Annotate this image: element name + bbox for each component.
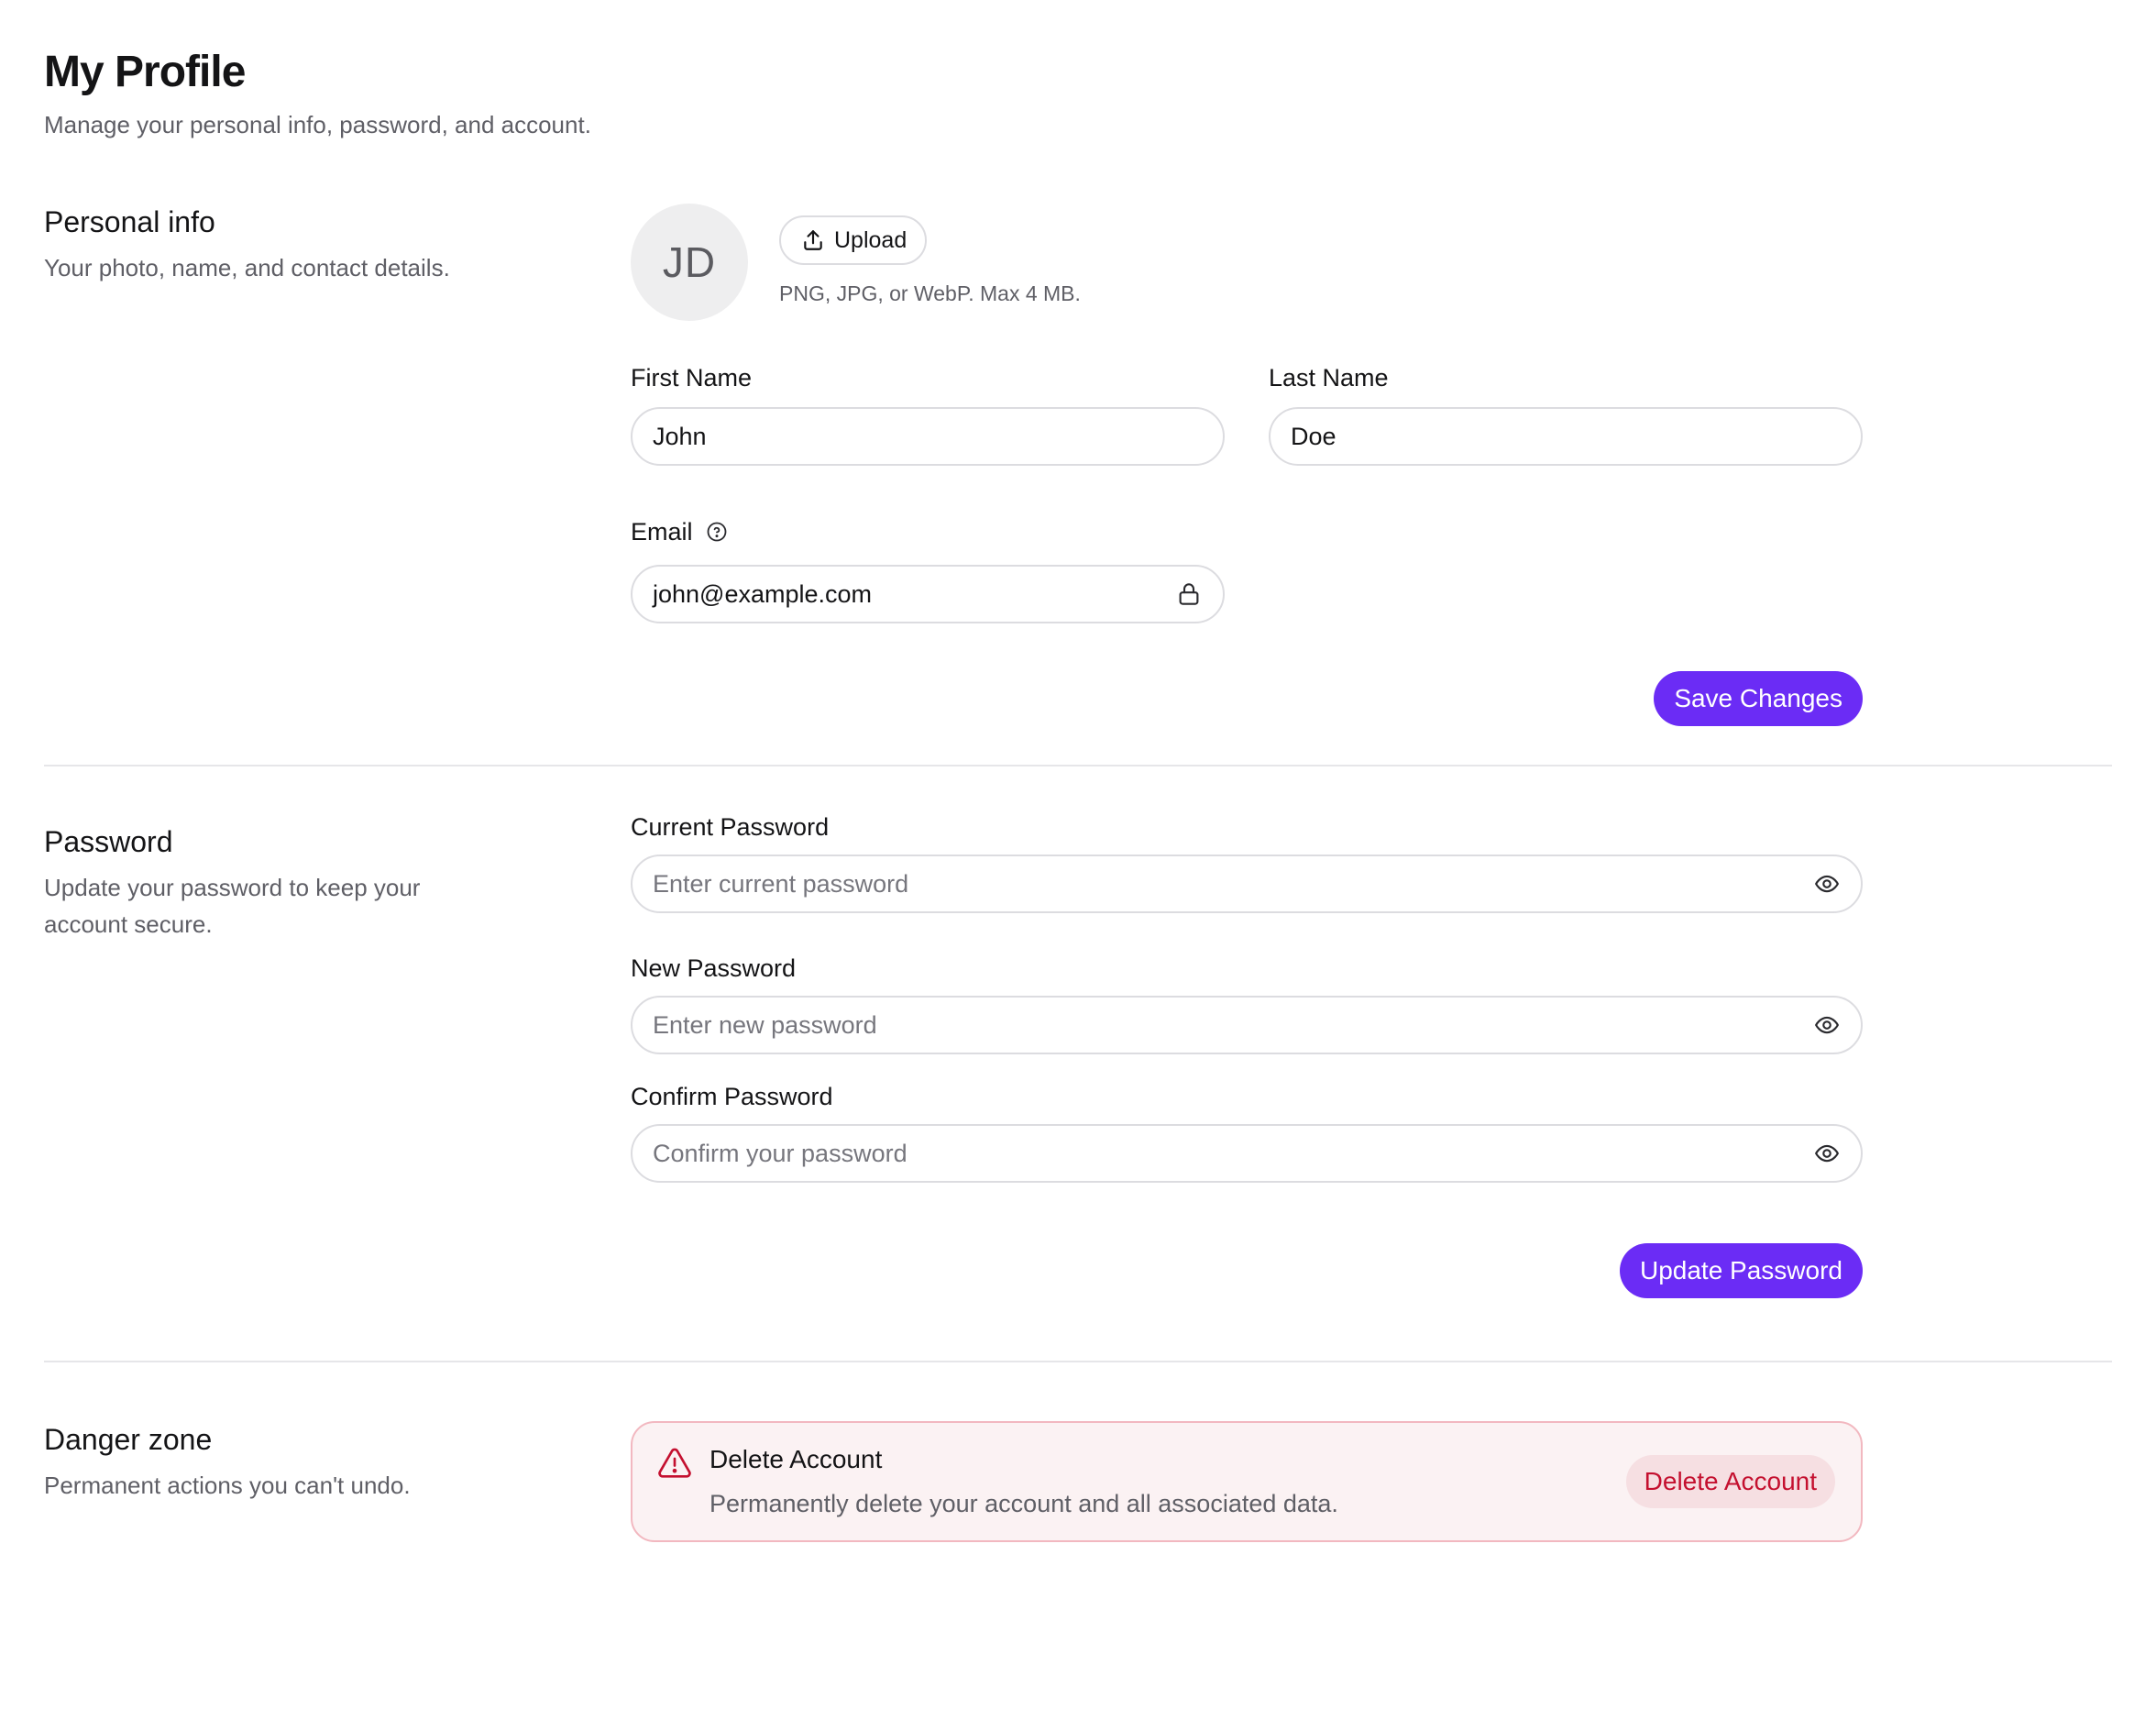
- first-name-label: First Name: [631, 364, 753, 391]
- personal-info-title: Personal info: [44, 205, 215, 238]
- section-divider: [44, 1361, 2112, 1362]
- delete-account-text: Delete Account Permanently delete your a…: [710, 1443, 1626, 1520]
- current-password-placeholder: Enter current password: [653, 869, 909, 898]
- new-password-placeholder: Enter new password: [653, 1010, 877, 1039]
- page-subtitle: Manage your personal info, password, and…: [44, 111, 591, 138]
- confirm-password-field[interactable]: Confirm your password: [631, 1124, 1863, 1183]
- upload-button-label: Upload: [834, 226, 908, 253]
- help-circle-icon[interactable]: [706, 521, 728, 543]
- password-header: Password Update your password to keep yo…: [44, 823, 631, 1361]
- personal-info-form: JD Upload PNG, JPG, or WebP. Max 4 MB. F…: [631, 204, 1863, 765]
- update-password-button[interactable]: Update Password: [1619, 1243, 1863, 1298]
- delete-account-title: Delete Account: [710, 1445, 883, 1473]
- email-label: Email: [631, 515, 1225, 548]
- last-name-field[interactable]: Doe: [1269, 407, 1863, 466]
- first-name-group: First Name John: [631, 361, 1225, 466]
- first-name-field[interactable]: John: [631, 407, 1225, 466]
- danger-zone-title: Danger zone: [44, 1423, 213, 1456]
- upload-group: Upload PNG, JPG, or WebP. Max 4 MB.: [779, 204, 1081, 306]
- password-form: Current Password Enter current password …: [631, 810, 1863, 1361]
- warning-triangle-icon: [656, 1445, 693, 1482]
- personal-info-header: Personal info Your photo, name, and cont…: [44, 204, 631, 765]
- new-password-field[interactable]: Enter new password: [631, 996, 1863, 1054]
- avatar: JD: [631, 204, 748, 321]
- lock-icon: [1175, 580, 1203, 608]
- first-name-value: John: [653, 422, 707, 450]
- password-section: Password Update your password to keep yo…: [44, 813, 2112, 1361]
- delete-account-card: Delete Account Permanently delete your a…: [631, 1421, 1863, 1542]
- personal-info-description: Your photo, name, and contact details.: [44, 254, 450, 281]
- danger-zone-section: Danger zone Permanent actions you can't …: [44, 1421, 2112, 1542]
- last-name-value: Doe: [1291, 422, 1336, 450]
- name-fields: First Name John Last Name Doe: [631, 361, 1863, 466]
- danger-zone-description: Permanent actions you can't undo.: [44, 1472, 411, 1499]
- email-field: john@example.com: [631, 565, 1225, 623]
- password-description: Update your password to keep your accoun…: [44, 874, 421, 938]
- email-group: Email john@example.com: [631, 515, 1225, 623]
- confirm-password-label: Confirm Password: [631, 1083, 833, 1110]
- upload-icon: [801, 228, 825, 252]
- current-password-field[interactable]: Enter current password: [631, 854, 1863, 913]
- page-title: My Profile: [44, 48, 246, 96]
- upload-button[interactable]: Upload: [779, 215, 928, 265]
- confirm-password-placeholder: Confirm your password: [653, 1139, 908, 1167]
- email-value: john@example.com: [653, 579, 873, 608]
- save-changes-button[interactable]: Save Changes: [1654, 671, 1863, 726]
- delete-account-description: Permanently delete your account and all …: [710, 1490, 1338, 1517]
- personal-info-section: Personal info Your photo, name, and cont…: [44, 204, 2112, 765]
- section-divider: [44, 765, 2112, 766]
- eye-icon[interactable]: [1813, 1011, 1841, 1039]
- delete-account-button[interactable]: Delete Account: [1625, 1455, 1835, 1508]
- new-password-label: New Password: [631, 954, 797, 982]
- last-name-label: Last Name: [1269, 364, 1389, 391]
- avatar-row: JD Upload PNG, JPG, or WebP. Max 4 MB.: [631, 204, 1863, 321]
- upload-hint: PNG, JPG, or WebP. Max 4 MB.: [779, 281, 1081, 305]
- profile-page: My Profile Manage your personal info, pa…: [0, 0, 2156, 1709]
- current-password-label: Current Password: [631, 813, 830, 841]
- danger-zone-content: Delete Account Permanently delete your a…: [631, 1421, 1863, 1542]
- eye-icon[interactable]: [1813, 870, 1841, 898]
- password-title: Password: [44, 825, 173, 858]
- danger-zone-header: Danger zone Permanent actions you can't …: [44, 1421, 631, 1542]
- eye-icon[interactable]: [1813, 1140, 1841, 1167]
- last-name-group: Last Name Doe: [1269, 361, 1863, 466]
